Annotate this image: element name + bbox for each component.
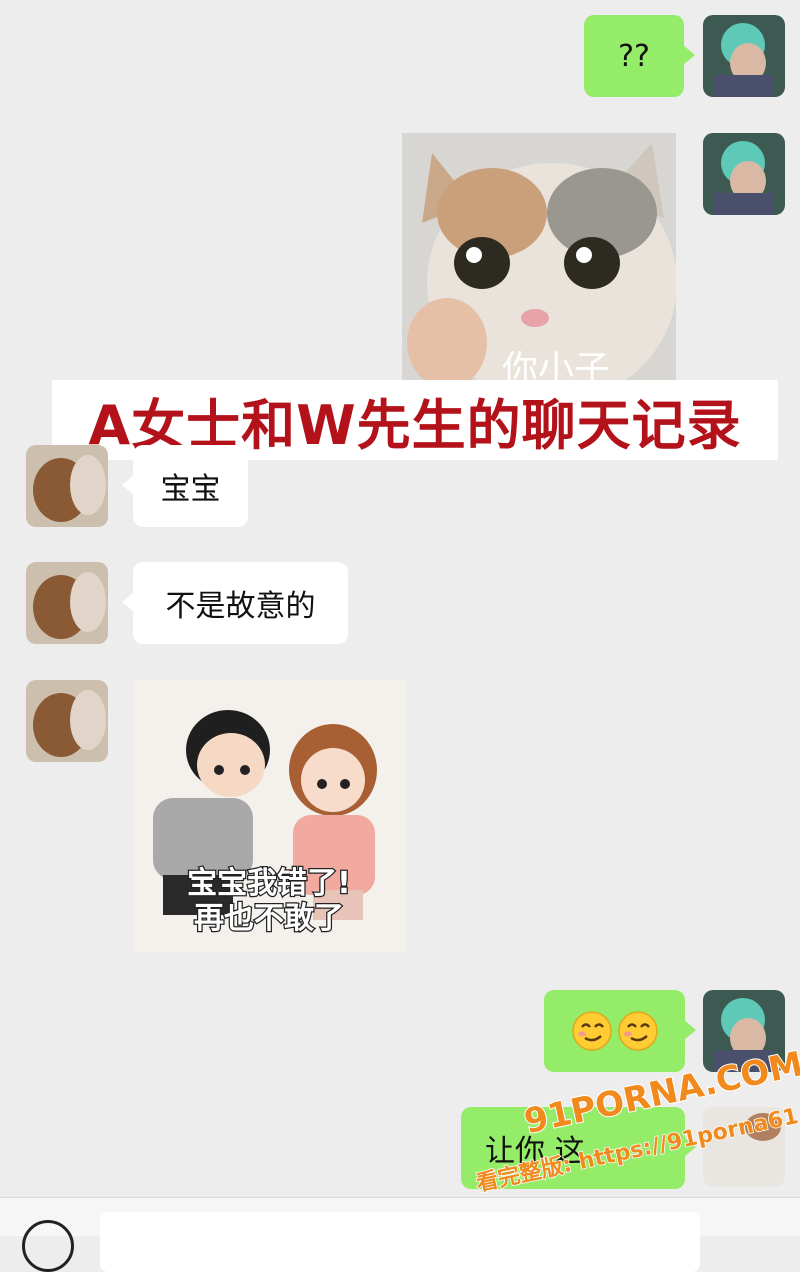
cat-pointing-sticker[interactable]: 你小子 <box>402 133 676 385</box>
my-avatar[interactable] <box>703 133 785 215</box>
smirk-emoji-icon <box>571 1011 612 1051</box>
message-text: 宝宝 <box>160 472 221 507</box>
chat-area: ?? 你小子 A女士和W先生的聊天记录 宝宝 不是故意的 宝宝我错了! 再也不敢… <box>0 0 800 1197</box>
sticker-caption-line1: 宝宝我错了! <box>187 866 351 901</box>
message-bubble-theirs[interactable]: 不是故意的 <box>122 562 348 644</box>
smirk-emoji-icon <box>617 1011 658 1051</box>
sticker-caption-line2: 再也不敢了 <box>194 901 344 936</box>
message-input[interactable] <box>100 1212 700 1272</box>
contact-avatar[interactable] <box>26 562 108 644</box>
apology-couple-sticker[interactable]: 宝宝我错了! 再也不敢了 <box>133 680 405 952</box>
input-bar <box>0 1197 800 1272</box>
message-bubble-mine[interactable] <box>544 990 696 1072</box>
message-bubble-mine[interactable]: ?? <box>584 15 695 97</box>
message-text: ?? <box>618 38 650 74</box>
my-avatar[interactable] <box>703 15 785 97</box>
message-text: 不是故意的 <box>165 589 316 624</box>
contact-avatar[interactable] <box>26 445 108 527</box>
contact-avatar[interactable] <box>26 680 108 762</box>
voice-input-icon[interactable] <box>22 1220 74 1272</box>
message-bubble-theirs[interactable]: 宝宝 <box>122 445 248 527</box>
